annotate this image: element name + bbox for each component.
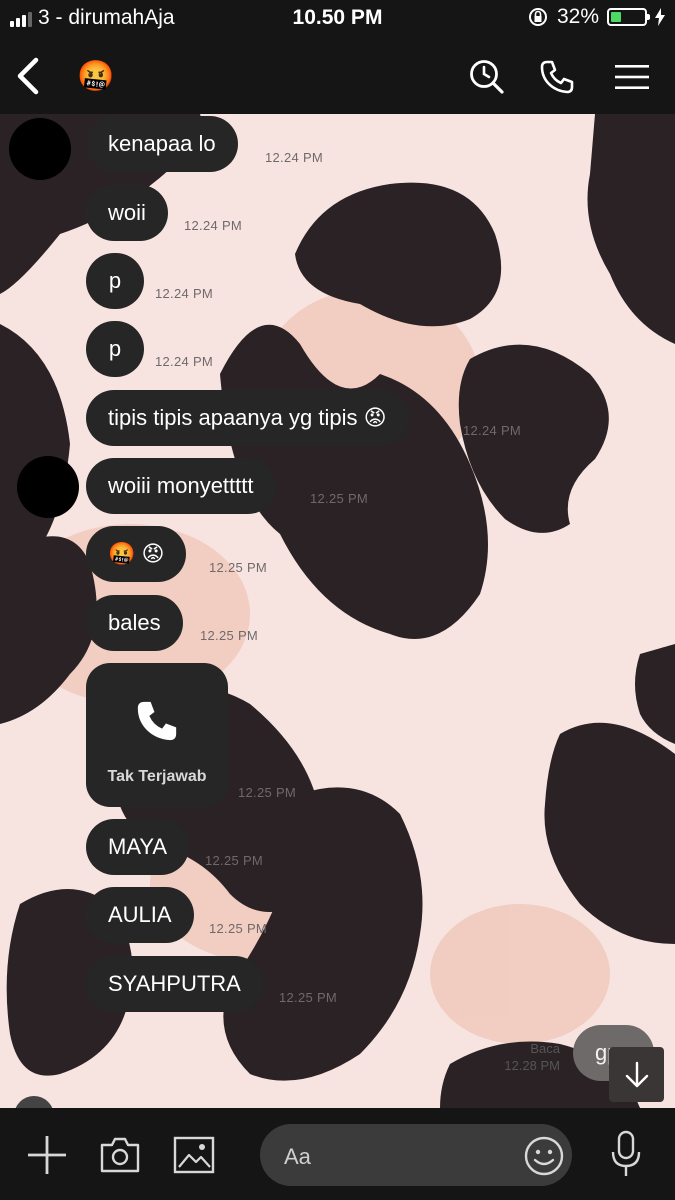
message-time: 12.28 PM [504, 1058, 560, 1073]
message-bubble[interactable]: woiii monyettttt [86, 458, 276, 514]
contact-avatar[interactable] [17, 456, 79, 518]
status-bar: 3 - dirumahAja 10.50 PM 32% [0, 0, 675, 38]
battery-icon [607, 8, 650, 26]
gallery-button[interactable] [170, 1132, 218, 1178]
orientation-lock-icon [528, 8, 547, 26]
scroll-to-bottom-button[interactable] [609, 1047, 664, 1102]
missed-call-bubble[interactable]: Tak Terjawab [86, 663, 228, 807]
message-bubble[interactable]: SYAHPUTRA [86, 956, 263, 1012]
voice-message-button[interactable] [604, 1128, 648, 1180]
message-time: 12.24 PM [155, 354, 214, 369]
chat-header: 🤬 [0, 38, 675, 114]
image-icon [173, 1136, 215, 1174]
arrow-down-icon [625, 1061, 648, 1087]
message-bubble[interactable]: p [86, 253, 144, 309]
contact-avatar[interactable] [9, 118, 71, 180]
message-bubble[interactable]: kenapaa lo [86, 116, 238, 172]
camera-button[interactable] [96, 1132, 144, 1178]
phone-icon [137, 701, 177, 741]
input-placeholder: Aa [284, 1144, 311, 1169]
read-receipt: Baca [530, 1041, 560, 1056]
message-time: 12.25 PM [209, 921, 268, 936]
message-bubble[interactable]: woii [86, 185, 168, 241]
message-bubble[interactable]: tipis tipis apaanya yg tipis 😡 [86, 390, 409, 446]
message-time: 12.25 PM [205, 853, 264, 868]
message-bubble[interactable]: 🤬 😡 [86, 526, 187, 582]
back-icon [17, 57, 39, 95]
message-bubble[interactable]: p [86, 321, 144, 377]
call-status-label: Tak Terjawab [107, 768, 207, 785]
camera-icon [100, 1137, 140, 1173]
message-bubble[interactable]: AULIA [86, 887, 194, 943]
contact-emoji[interactable]: 🤬 [76, 56, 116, 96]
message-time: 12.25 PM [200, 628, 259, 643]
add-button[interactable] [24, 1132, 70, 1178]
back-button[interactable] [8, 54, 48, 98]
message-time: 12.24 PM [265, 150, 324, 165]
emoji-button[interactable] [522, 1134, 566, 1178]
message-time: 12.25 PM [279, 990, 338, 1005]
emoji-icon [524, 1136, 564, 1176]
search-history-icon [470, 60, 504, 94]
message-bubble[interactable]: MAYA [86, 819, 190, 875]
battery-percent: 32% [556, 5, 599, 28]
message-input-bar: Aa [0, 1108, 675, 1200]
chat-history-search-button[interactable] [466, 56, 508, 98]
message-time: 12.24 PM [184, 218, 243, 233]
call-button[interactable] [536, 56, 578, 98]
microphone-icon [611, 1130, 641, 1176]
message-time: 12.25 PM [310, 491, 369, 506]
message-time: 12.24 PM [463, 423, 522, 438]
message-time: 12.25 PM [209, 560, 268, 575]
message-time: 12.25 PM [238, 785, 297, 800]
phone-icon [540, 60, 574, 94]
plus-icon [28, 1136, 66, 1174]
message-time: 12.24 PM [155, 286, 214, 301]
message-bubble[interactable]: bales [86, 595, 183, 651]
menu-button[interactable] [610, 56, 654, 98]
menu-icon [615, 65, 649, 89]
chat-area[interactable]: kenapaa lo 12.24 PM woii 12.24 PM p 12.2… [0, 114, 675, 1108]
charging-icon [655, 8, 665, 26]
